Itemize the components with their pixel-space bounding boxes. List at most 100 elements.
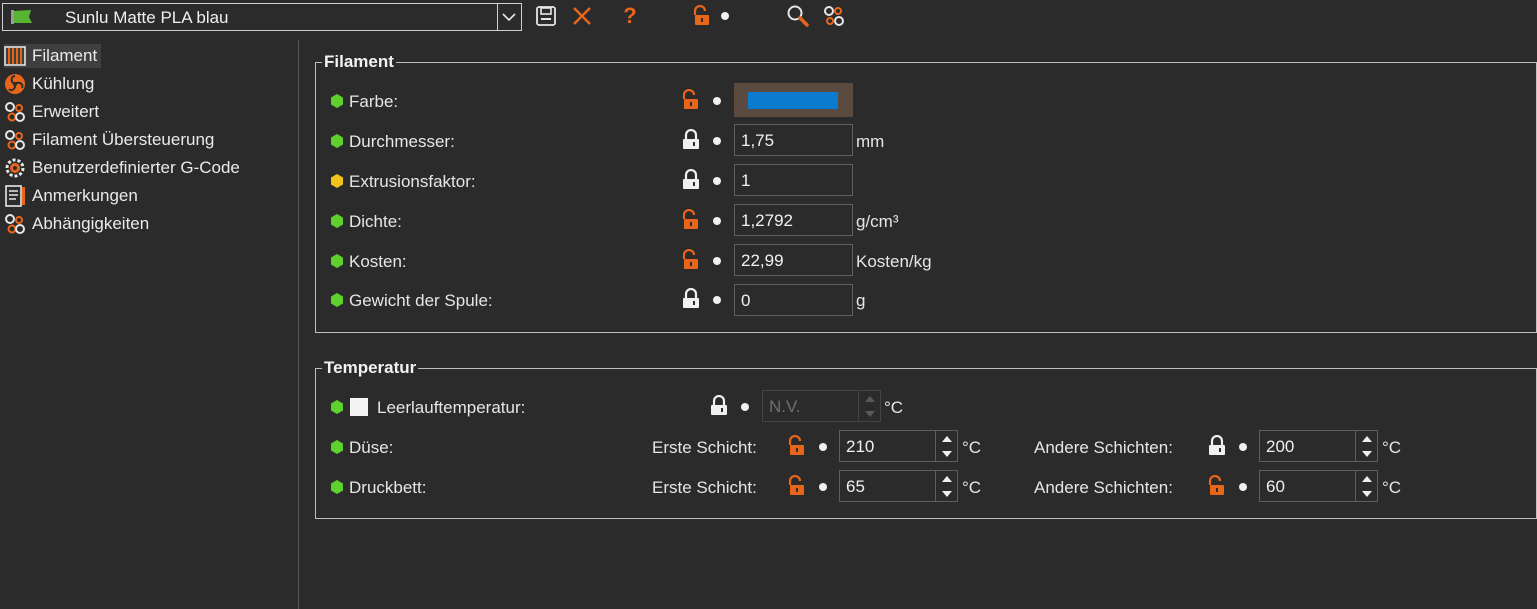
extrusion-multiplier-label: Extrusionsfaktor: [349,172,476,191]
extrusion-multiplier-input[interactable]: 1 [734,164,853,196]
search-icon [787,5,809,27]
unlock-icon[interactable] [681,249,701,271]
delete-button[interactable] [570,4,594,28]
bed-first-layer-unit: °C [962,478,982,497]
fan-icon [4,73,26,95]
arrow-up-icon [941,475,952,482]
bed-other-layers-unit: °C [1382,478,1402,497]
hex-status-icon [331,134,343,148]
filament-group-title: Filament [322,52,396,72]
bed-other-layers-label: Andere Schichten: [1034,478,1173,497]
density-input[interactable]: 1,2792 [734,204,853,236]
bed-label: Druckbett: [349,478,427,497]
spool-weight-label: Gewicht der Spule: [349,291,493,310]
notes-icon [4,185,26,207]
lock-icon[interactable] [681,169,701,191]
lock-icon[interactable] [709,395,729,417]
hex-status-icon [331,214,343,228]
compare-icon [824,6,844,26]
arrow-up-icon [1361,475,1372,482]
filament-group [315,62,1537,333]
sidebar-item-label: Filament [32,46,98,65]
dot-icon [721,12,729,20]
idle-temperature-stepper[interactable] [858,391,880,421]
idle-temperature-checkbox[interactable] [350,398,368,416]
unlock-icon[interactable] [681,89,701,111]
cost-label: Kosten: [349,252,407,271]
gears-icon [4,213,26,235]
sidebar-item-label: Benutzerdefinierter G-Code [32,158,240,177]
dot-icon [713,257,721,265]
dot-icon [713,217,721,225]
save-icon [536,6,556,26]
dot-icon [1239,443,1247,451]
sidebar-item-dependencies[interactable]: Abhängigkeiten [4,212,153,236]
hex-status-icon [331,94,343,108]
bed-first-layer-stepper[interactable] [935,471,957,501]
spool-weight-input[interactable]: 0 [734,284,853,316]
lock-icon[interactable] [681,288,701,310]
nozzle-other-layers-unit: °C [1382,438,1402,457]
dot-icon [819,443,827,451]
preset-lock-button[interactable] [690,4,714,28]
hex-status-icon [331,293,343,307]
diameter-label: Durchmesser: [349,132,455,151]
idle-temperature-label: Leerlauftemperatur: [377,398,526,417]
nozzle-other-layers-stepper[interactable] [1355,431,1377,461]
color-picker-button[interactable] [734,83,853,117]
dot-icon [1239,483,1247,491]
diameter-input[interactable]: 1,75 [734,124,853,156]
bed-other-layers-stepper[interactable] [1355,471,1377,501]
sidebar-item-label: Filament Übersteuerung [32,130,215,149]
arrow-down-icon [941,490,952,497]
arrow-down-icon [1361,450,1372,457]
unlock-icon[interactable] [787,475,807,497]
sidebar-item-label: Abhängigkeiten [32,214,150,233]
filament-spool-icon [4,45,26,67]
gcode-gear-icon [4,157,26,179]
sidebar-item-label: Anmerkungen [32,186,138,205]
nozzle-first-layer-label: Erste Schicht: [652,438,757,457]
chevron-down-icon [502,13,516,22]
arrow-down-icon [864,410,875,417]
unlock-icon[interactable] [787,435,807,457]
bed-first-layer-label: Erste Schicht: [652,478,757,497]
arrow-up-icon [1361,435,1372,442]
arrow-down-icon [1361,490,1372,497]
flag-icon [11,10,32,24]
cost-unit: Kosten/kg [856,252,932,271]
preset-modified-dot [718,4,732,28]
color-label: Farbe: [349,92,399,111]
hex-status-icon [331,174,343,188]
spool-weight-unit: g [856,291,866,310]
color-swatch [748,92,838,109]
compare-button[interactable] [822,4,846,28]
sidebar-item-filament-overrides[interactable]: Filament Übersteuerung [4,128,218,152]
idle-temperature-unit: °C [884,398,904,417]
hex-status-icon [331,400,343,414]
nozzle-first-layer-stepper[interactable] [935,431,957,461]
arrow-up-icon [864,395,875,402]
gears-icon [4,101,26,123]
hex-status-icon [331,480,343,494]
lock-icon[interactable] [1207,435,1227,457]
save-button[interactable] [534,4,558,28]
sidebar-item-custom-gcode[interactable]: Benutzerdefinierter G-Code [4,156,244,180]
unlock-icon[interactable] [681,209,701,231]
sidebar-item-advanced[interactable]: Erweitert [4,100,103,124]
nozzle-first-layer-unit: °C [962,438,982,457]
lock-icon[interactable] [681,129,701,151]
preset-dropdown-button[interactable] [497,4,521,30]
cost-input[interactable]: 22,99 [734,244,853,276]
search-button[interactable] [786,4,810,28]
sidebar-item-cooling[interactable]: Kühlung [4,72,98,96]
diameter-unit: mm [856,132,885,151]
unlock-icon[interactable] [1207,475,1227,497]
nozzle-other-layers-label: Andere Schichten: [1034,438,1173,457]
help-button[interactable]: ? [618,3,642,28]
arrow-down-icon [941,450,952,457]
sidebar-item-filament[interactable]: Filament [4,44,102,68]
sidebar-item-notes[interactable]: Anmerkungen [4,184,142,208]
preset-select[interactable]: Sunlu Matte PLA blau [2,3,522,31]
help-icon: ? [623,3,637,28]
